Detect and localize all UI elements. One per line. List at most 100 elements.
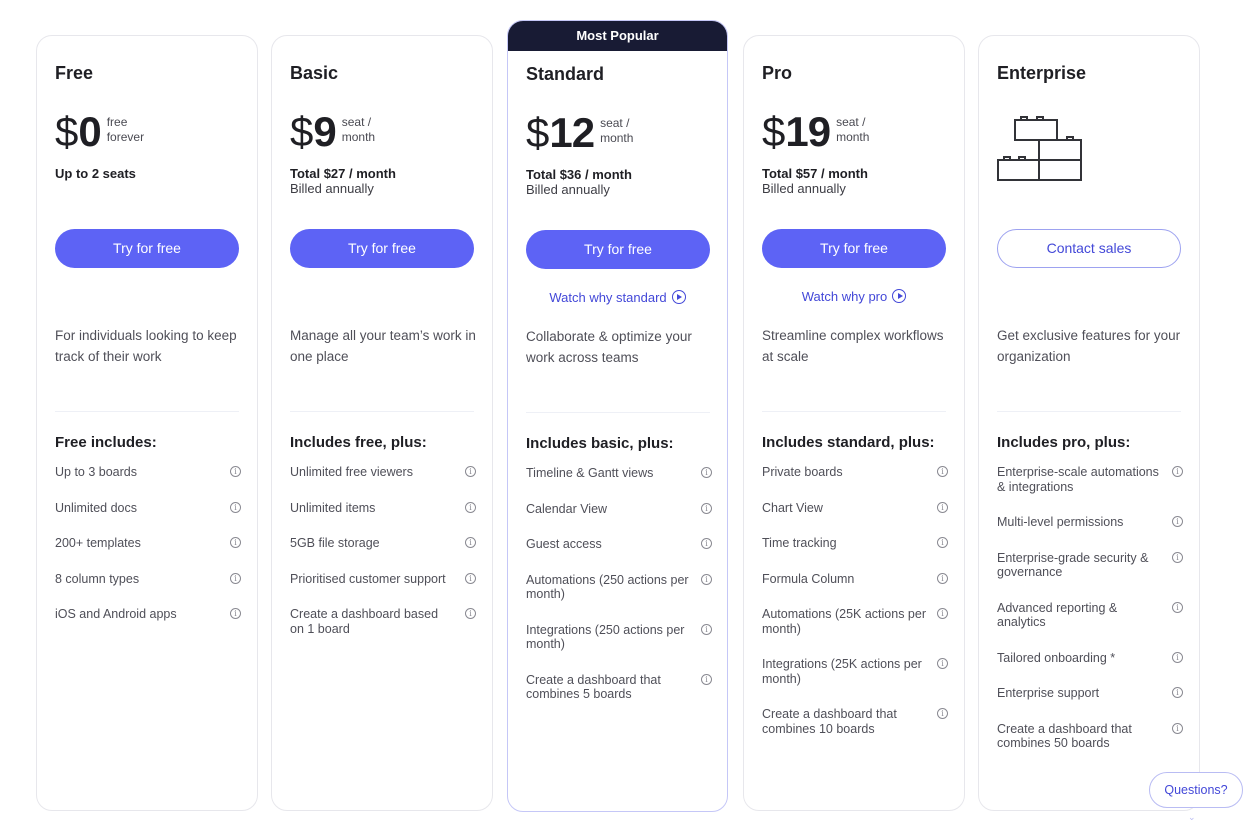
plan-description: Get exclusive features for your organiza… (997, 328, 1181, 364)
try-for-free-button[interactable]: Try for free (762, 229, 946, 268)
info-icon[interactable]: i (937, 466, 948, 477)
info-icon[interactable]: i (937, 537, 948, 548)
feature-item: Up to 3 boards i (55, 465, 241, 480)
feature-item: 5GB file storage i (290, 536, 476, 551)
plan-name: Pro (762, 63, 793, 83)
feature-item: iOS and Android apps i (55, 607, 241, 622)
currency-symbol: $ (526, 109, 550, 156)
feature-item: Create a dashboard that combines 50 boar… (997, 722, 1183, 751)
feature-label: Unlimited free viewers (290, 465, 413, 479)
info-icon[interactable]: i (1172, 651, 1183, 663)
plan-card-enterprise: Enterprise Contact sales Get exclusive f… (978, 35, 1200, 811)
info-icon[interactable]: i (701, 467, 712, 478)
currency-symbol: $ (290, 108, 314, 155)
plan-card-free: Free $ 0 free forever Up to 2 seats Try … (36, 35, 258, 811)
feature-label: 8 column types (55, 571, 140, 586)
total-amount: Total $27 / month (290, 166, 396, 181)
info-icon[interactable]: i (230, 537, 241, 548)
feature-item: Enterprise-scale automations & integrati… (997, 465, 1183, 494)
info-icon[interactable]: i (1172, 516, 1183, 527)
info-icon[interactable]: i (465, 537, 476, 548)
includes-title: Free includes: (55, 434, 157, 451)
feature-label: Create a dashboard that combines 50 boar… (997, 721, 1132, 751)
info-icon[interactable]: i (465, 466, 476, 477)
price-unit-line1: seat / (836, 115, 866, 129)
info-icon[interactable]: i (937, 501, 948, 513)
building-blocks-icon (997, 116, 1082, 181)
info-icon[interactable]: i (701, 573, 712, 585)
includes-title: Includes standard, plus: (762, 434, 935, 451)
price: $ 12 seat / month (526, 112, 633, 154)
price-unit-line1: seat / (341, 115, 372, 129)
feature-label: Integrations (25K actions per month) (762, 657, 922, 686)
feature-label: Multi-level permissions (997, 515, 1124, 529)
feature-item: Guest access i (526, 537, 712, 552)
info-icon[interactable]: i (230, 608, 241, 619)
feature-label: Advanced reporting & analytics (997, 600, 1118, 630)
price-unit-line2: month (600, 131, 634, 145)
info-icon[interactable]: i (1172, 466, 1183, 477)
feature-item: Automations (25K actions per month) i (762, 607, 948, 636)
feature-list: Up to 3 boards i Unlimited docs i 200+ templ… (55, 465, 241, 643)
chevron-down-icon: ⌄ (1188, 812, 1196, 822)
feature-item: Multi-level permissions i (997, 515, 1183, 530)
divider (762, 411, 946, 412)
price-unit: seat / month (836, 115, 869, 145)
info-icon[interactable]: i (937, 708, 948, 719)
total-price: Total $36 / month Billed annually (526, 167, 632, 197)
play-icon (671, 290, 686, 304)
total-price: Total $57 / month Billed annually (762, 166, 868, 196)
feature-item: 200+ templates i (55, 536, 241, 551)
divider (290, 411, 474, 412)
plan-description: Streamline complex workflows at scale (762, 328, 944, 364)
info-icon[interactable]: i (937, 658, 948, 669)
info-icon[interactable]: i (937, 572, 948, 584)
try-for-free-button[interactable]: Try for free (526, 230, 710, 269)
watch-why-standard-link[interactable]: Watch why standard (508, 290, 727, 305)
feature-label: Enterprise-scale automations & integrati… (997, 465, 1159, 494)
info-icon[interactable]: i (1172, 687, 1183, 698)
info-icon[interactable]: i (230, 572, 241, 584)
feature-item: Timeline & Gantt views i (526, 466, 712, 481)
try-for-free-button[interactable]: Try for free (290, 229, 474, 268)
questions-chat-button[interactable]: Questions? (1149, 772, 1243, 808)
info-icon[interactable]: i (1172, 722, 1183, 734)
feature-item: Unlimited docs i (55, 501, 241, 516)
info-icon[interactable]: i (701, 538, 712, 549)
watch-why-pro-link[interactable]: Watch why pro (744, 289, 964, 304)
try-for-free-button[interactable]: Try for free (55, 229, 239, 268)
feature-item: Create a dashboard that combines 5 board… (526, 673, 712, 702)
feature-item: Integrations (250 actions per month) i (526, 623, 712, 652)
feature-label: Create a dashboard that combines 10 boar… (762, 707, 897, 736)
info-icon[interactable]: i (465, 608, 476, 619)
feature-label: iOS and Android apps (55, 607, 177, 621)
info-icon[interactable]: i (701, 673, 712, 685)
info-icon[interactable]: i (701, 502, 712, 514)
price-unit: free forever (107, 115, 144, 145)
feature-item: Time tracking i (762, 536, 948, 551)
info-icon[interactable]: i (230, 501, 241, 513)
play-icon (892, 289, 907, 303)
divider (55, 411, 239, 412)
info-icon[interactable]: i (701, 623, 712, 635)
feature-label: Enterprise support (997, 686, 1100, 700)
info-icon[interactable]: i (465, 501, 476, 513)
price: $ 0 free forever (55, 111, 144, 153)
price: $ 19 seat / month (762, 111, 869, 153)
feature-label: Automations (25K actions per month) (762, 607, 926, 636)
info-icon[interactable]: i (465, 572, 476, 584)
info-icon[interactable]: i (1172, 551, 1183, 563)
feature-label: Create a dashboard that combines 5 board… (526, 672, 661, 702)
info-icon[interactable]: i (1172, 601, 1183, 613)
feature-label: Enterprise-grade security & governance (997, 550, 1149, 580)
contact-sales-button[interactable]: Contact sales (997, 229, 1181, 268)
plan-name: Standard (526, 64, 605, 84)
total-amount: Total $57 / month (762, 166, 868, 181)
feature-label: Unlimited docs (55, 500, 137, 515)
includes-title: Includes basic, plus: (526, 435, 674, 452)
info-icon[interactable]: i (937, 608, 948, 619)
info-icon[interactable]: i (230, 466, 241, 477)
feature-item: Private boards i (762, 465, 948, 480)
feature-item: Calendar View i (526, 502, 712, 517)
plan-description: Manage all your team’s work in one place (290, 328, 476, 364)
